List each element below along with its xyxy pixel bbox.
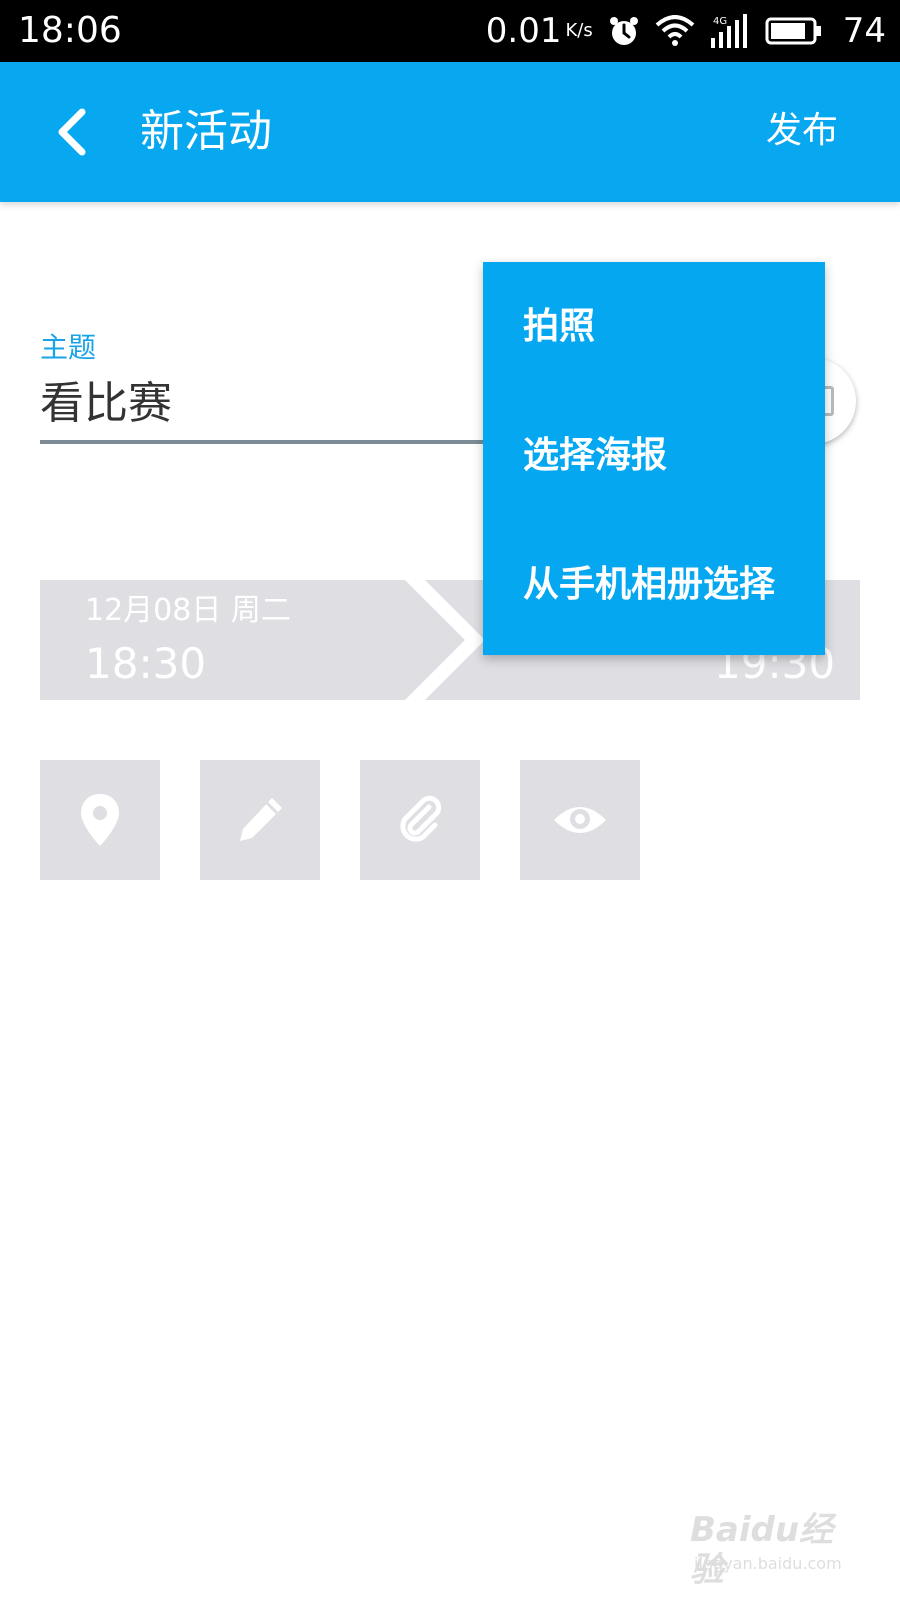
- status-bar: 18:06 0.01 K/s 4G 74: [0, 0, 900, 62]
- app-bar: 新活动 发布: [0, 62, 900, 202]
- signal-icon: 4G: [709, 14, 751, 48]
- network-speed-unit: K/s: [565, 20, 593, 41]
- start-time: 18:30: [85, 639, 207, 688]
- menu-item-choose-from-album[interactable]: 从手机相册选择: [523, 562, 775, 608]
- topic-label: 主题: [40, 331, 97, 364]
- status-time: 18:06: [18, 10, 122, 51]
- network-type-label: 4G: [713, 16, 727, 27]
- battery-icon: [765, 16, 823, 46]
- screen: 18:06 0.01 K/s 4G 74 新活动 发布 主题 看比赛 12月08…: [0, 0, 900, 1600]
- topic-underline: [40, 440, 500, 444]
- watermark: Baidu经验 jingyan.baidu.com: [690, 1510, 860, 1590]
- topic-input[interactable]: 看比赛: [40, 374, 172, 434]
- status-right: 0.01 K/s 4G 74: [486, 8, 886, 54]
- publish-button[interactable]: 发布: [766, 108, 838, 154]
- location-pin-icon: [81, 794, 119, 846]
- eye-icon: [554, 807, 606, 833]
- watermark-logo: Baidu经验: [690, 1510, 834, 1590]
- watermark-url: jingyan.baidu.com: [694, 1554, 842, 1573]
- battery-level: 74: [842, 11, 886, 51]
- network-speed: 0.01: [485, 11, 562, 51]
- poster-source-menu: 拍照 选择海报 从手机相册选择: [483, 262, 825, 655]
- wifi-icon: [655, 15, 695, 47]
- paperclip-icon: [400, 795, 442, 842]
- start-date: 12月08日 周二: [85, 593, 291, 628]
- back-button[interactable]: [44, 100, 104, 164]
- back-arrow-icon: [58, 108, 86, 156]
- location-button[interactable]: [40, 760, 160, 880]
- pencil-icon: [240, 798, 282, 841]
- description-button[interactable]: [200, 760, 320, 880]
- menu-item-take-photo[interactable]: 拍照: [523, 304, 595, 350]
- alarm-icon: [607, 14, 641, 48]
- menu-item-choose-poster[interactable]: 选择海报: [523, 433, 667, 479]
- page-title: 新活动: [140, 106, 272, 157]
- visibility-button[interactable]: [520, 760, 640, 880]
- attachment-button[interactable]: [360, 760, 480, 880]
